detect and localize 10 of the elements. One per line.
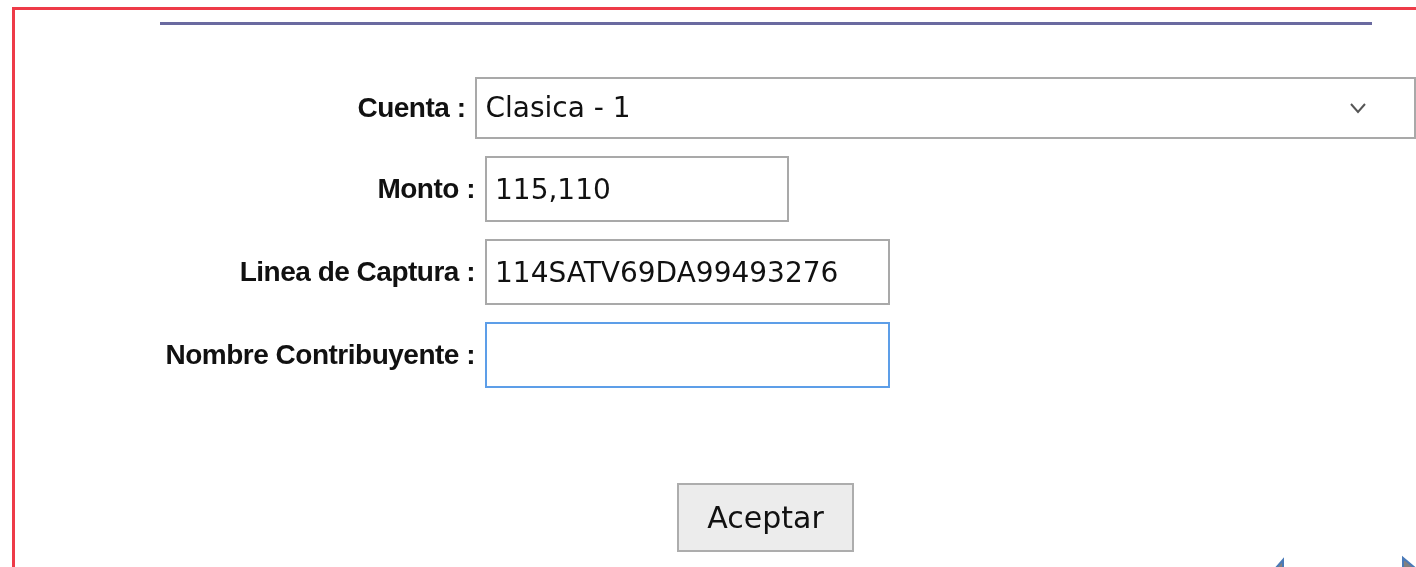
field-label: Linea de Captura :: [238, 255, 476, 289]
input-field[interactable]: [485, 322, 890, 388]
accept-button[interactable]: Aceptar: [677, 483, 854, 552]
input-field[interactable]: 115,110: [485, 156, 789, 222]
account-dropdown[interactable]: Clasica - 1: [475, 77, 1416, 139]
field-label: Cuenta :: [356, 91, 467, 125]
field-label: Nombre Contribuyente :: [164, 338, 476, 372]
input-field[interactable]: 114SATV69DA99493276: [485, 239, 890, 305]
field-label: Monto :: [376, 172, 476, 206]
chevron-down-icon: [1350, 102, 1366, 114]
